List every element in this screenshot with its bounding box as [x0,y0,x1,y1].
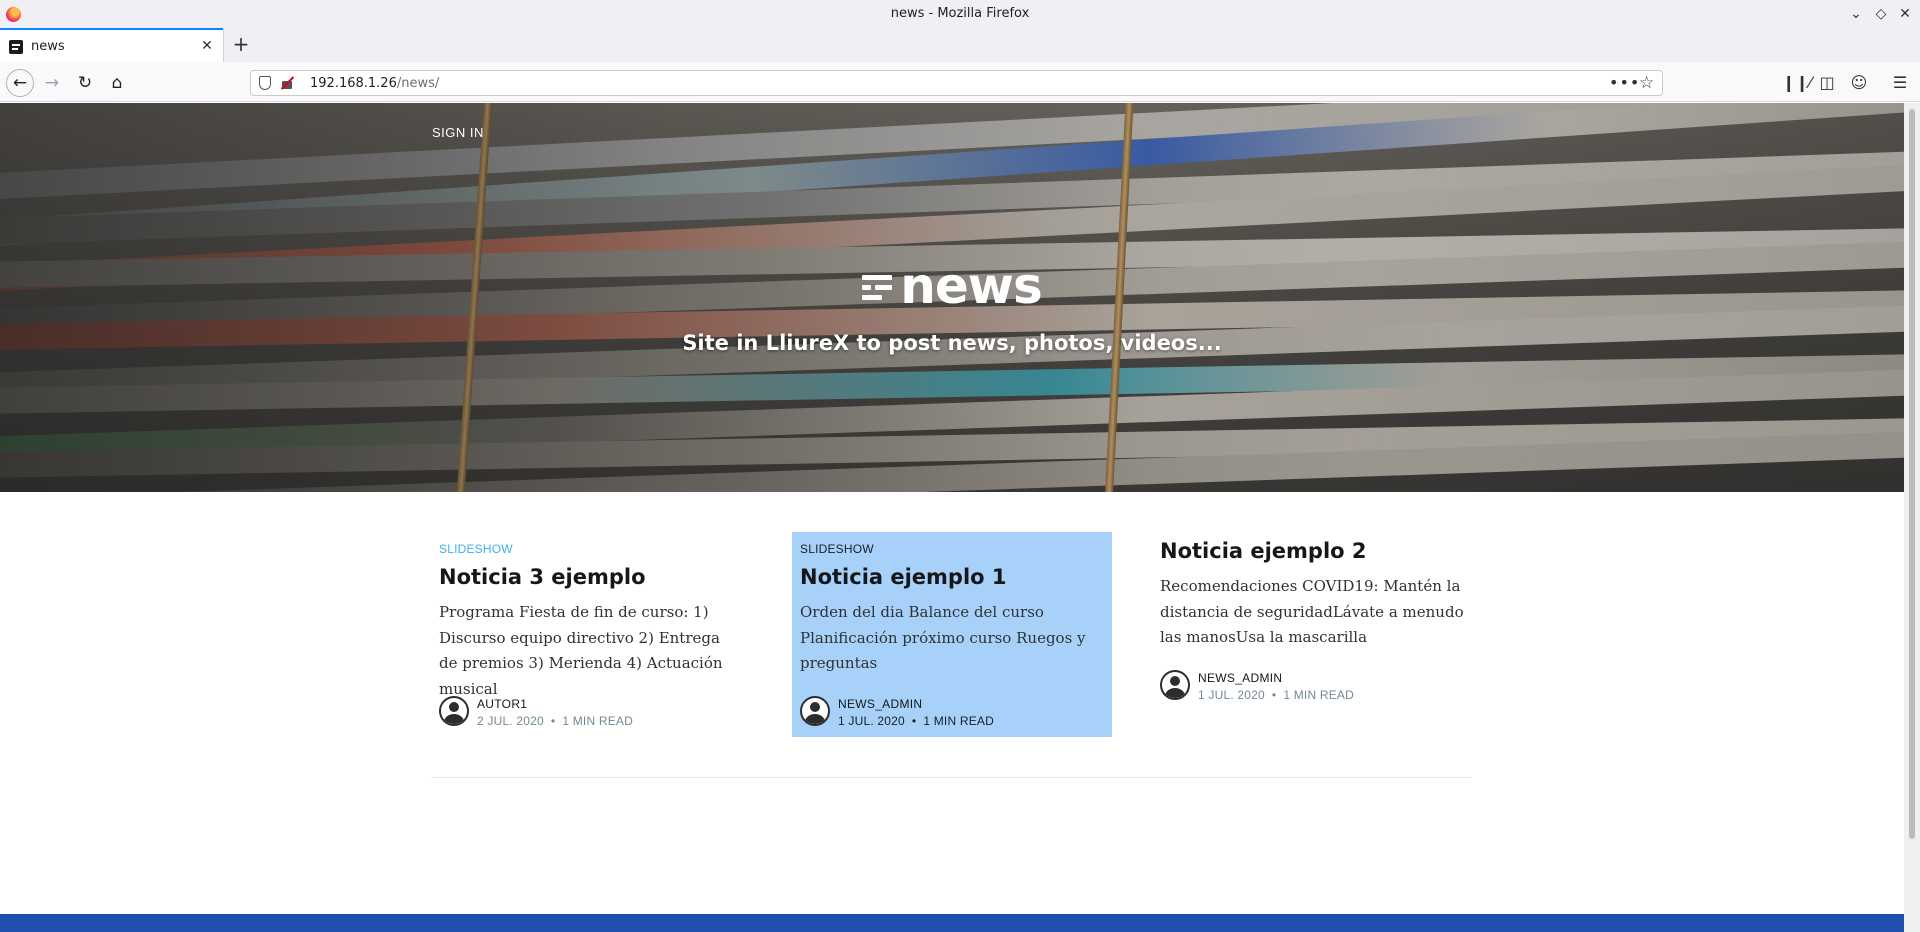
window-titlebar: news - Mozilla Firefox ⌄ ◇ ✕ [0,0,1920,28]
page-actions-ellipsis-icon[interactable]: ••• [1609,71,1640,95]
sidebar-icon[interactable]: ◫ [1813,69,1841,97]
window-title: news - Mozilla Firefox [890,6,1030,21]
meta-separator: • [1271,688,1277,702]
post-read-time: 1 MIN READ [923,714,995,728]
post-tag[interactable]: SLIDESHOW [439,542,743,558]
author-avatar-icon[interactable] [800,696,830,726]
hero-header: SIGN IN news Site in LliureX to post new… [0,103,1904,492]
post-meta: NEWS_ADMIN 1 JUL. 2020 • 1 MIN READ [1160,670,1464,704]
minimize-icon[interactable]: ⌄ [1846,4,1866,24]
post-meta: NEWS_ADMIN 1 JUL. 2020 • 1 MIN READ [800,696,1104,730]
url-host: 192.168.1.26 [310,76,397,91]
page-viewport: SIGN IN news Site in LliureX to post new… [0,103,1904,932]
news-logo-icon [862,273,893,303]
post-title[interactable]: Noticia ejemplo 1 [800,564,1104,590]
post-excerpt[interactable]: Programa Fiesta de fin de curso: 1) Disc… [439,600,743,698]
post-date: 2 JUL. 2020 [477,714,544,728]
site-description: Site in LliureX to post news, photos, vi… [682,331,1222,355]
post-read-time: 1 MIN READ [1283,688,1355,702]
back-arrow-icon[interactable]: ← [6,69,34,97]
site-favicon-icon [9,40,23,54]
sign-in-link[interactable]: SIGN IN [432,125,484,140]
feed-divider [431,777,1472,778]
post-card[interactable]: Noticia ejemplo 2 Recomendaciones COVID1… [1152,532,1472,737]
url-text[interactable]: 192.168.1.26/news/ [310,76,439,91]
post-date: 1 JUL. 2020 [838,714,905,728]
author-avatar-icon[interactable] [439,696,469,726]
post-title[interactable]: Noticia ejemplo 2 [1160,538,1464,564]
author-avatar-icon[interactable] [1160,670,1190,700]
site-footer [0,914,1904,932]
close-tab-icon[interactable]: ✕ [198,37,216,55]
post-date-line: 1 JUL. 2020 • 1 MIN READ [1198,688,1354,702]
maximize-icon[interactable]: ◇ [1871,4,1891,24]
scrollbar-thumb[interactable] [1909,109,1915,839]
post-author[interactable]: NEWS_ADMIN [1198,671,1282,685]
meta-separator: • [550,714,556,728]
post-read-time: 1 MIN READ [562,714,634,728]
post-excerpt[interactable]: Orden del dia Balance del curso Planific… [800,600,1104,684]
page-scrollbar[interactable] [1904,103,1920,932]
post-tag[interactable]: SLIDESHOW [800,542,1104,558]
post-author[interactable]: NEWS_ADMIN [838,697,922,711]
post-date-line: 1 JUL. 2020 • 1 MIN READ [838,714,994,728]
post-meta: AUTOR1 2 JUL. 2020 • 1 MIN READ [439,696,743,730]
reload-icon[interactable]: ↻ [71,69,99,97]
site-brand[interactable]: news [0,261,1904,311]
library-icon[interactable]: ❙❙⁄ [1782,69,1811,97]
post-date: 1 JUL. 2020 [1198,688,1265,702]
post-card[interactable]: SLIDESHOW Noticia 3 ejemplo Programa Fie… [431,532,751,737]
url-path: /news/ [396,76,440,91]
tab-strip [0,28,1920,62]
menu-hamburger-icon[interactable]: ☰ [1886,69,1914,97]
post-author[interactable]: AUTOR1 [477,697,527,711]
post-excerpt[interactable]: Recomendaciones COVID19: Mantén la dista… [1160,574,1464,658]
tab-news[interactable]: news ✕ [0,28,223,62]
insecure-lock-icon[interactable] [280,76,294,90]
forward-arrow-icon[interactable]: → [38,69,66,97]
address-bar[interactable]: 192.168.1.26/news/ ••• ☆ [250,70,1663,96]
post-card[interactable]: SLIDESHOW Noticia ejemplo 1 Orden del di… [792,532,1112,737]
new-tab-plus-icon[interactable]: + [230,33,252,55]
close-window-icon[interactable]: ✕ [1895,4,1915,24]
bookmark-star-icon[interactable]: ☆ [1639,72,1654,94]
post-title[interactable]: Noticia 3 ejemplo [439,564,743,590]
meta-separator: • [911,714,917,728]
tab-label: news [31,39,65,54]
home-icon[interactable]: ⌂ [103,69,131,97]
account-icon[interactable]: ☺ [1845,69,1873,97]
site-title: news [900,257,1042,315]
post-date-line: 2 JUL. 2020 • 1 MIN READ [477,714,633,728]
tracking-shield-icon[interactable] [259,76,271,90]
